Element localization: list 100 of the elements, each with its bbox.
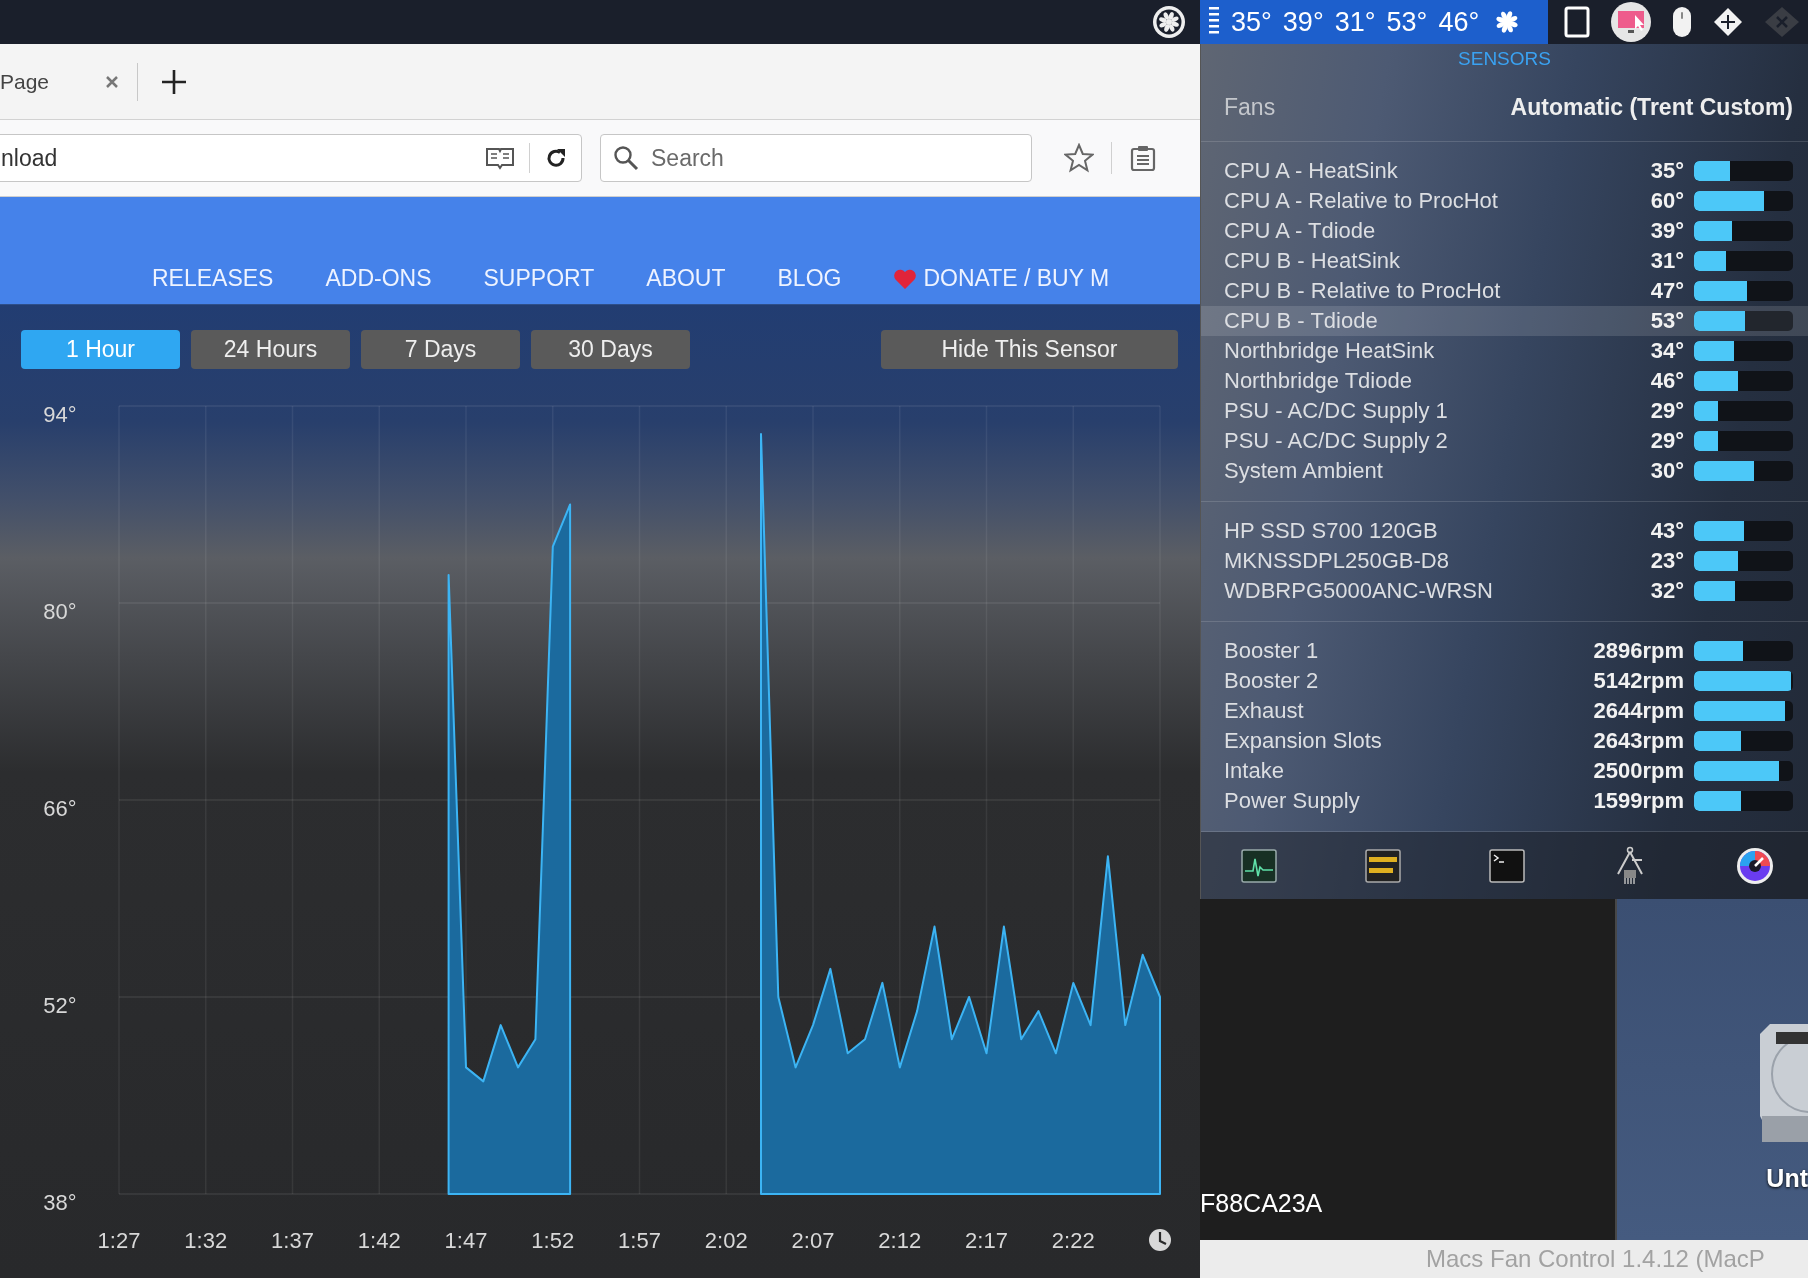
sensor-value: 32°	[1650, 578, 1684, 604]
display-icon[interactable]	[1610, 1, 1652, 43]
sensor-row[interactable]: Power Supply 1599rpm	[1201, 786, 1808, 816]
x-tick-label: 2:12	[878, 1228, 922, 1253]
close-icon[interactable]	[105, 74, 120, 89]
book-icon[interactable]	[485, 146, 515, 170]
sensor-value: 29°	[1650, 428, 1684, 454]
range-tab[interactable]: 24 Hours	[191, 330, 350, 369]
gauge-icon[interactable]	[1736, 846, 1774, 885]
temperature-reading: 46°	[1438, 6, 1480, 38]
sensor-row[interactable]: CPU B - Relative to ProcHot 47°	[1201, 276, 1808, 306]
sensor-row[interactable]: PSU - AC/DC Supply 1 29°	[1201, 396, 1808, 426]
sensor-value: 2644rpm	[1593, 698, 1684, 724]
hide-sensor-button[interactable]: Hide This Sensor	[881, 330, 1178, 369]
sensor-row[interactable]: HP SSD S700 120GB 43°	[1201, 516, 1808, 546]
sensor-row[interactable]: CPU A - Tdiode 39°	[1201, 216, 1808, 246]
temperature-reading: 53°	[1386, 6, 1428, 38]
sensor-name: CPU B - HeatSink	[1224, 248, 1402, 274]
sensor-row[interactable]: Intake 2500rpm	[1201, 756, 1808, 786]
sensor-value: 53°	[1650, 308, 1684, 334]
sensor-row[interactable]: CPU B - Tdiode 53°	[1201, 306, 1808, 336]
sensor-name: Power Supply	[1224, 788, 1361, 814]
x-tick-label: 1:47	[444, 1228, 488, 1253]
sensor-value: 23°	[1650, 548, 1684, 574]
sensor-value: 30°	[1650, 458, 1684, 484]
tab-title[interactable]: Page	[0, 69, 50, 94]
sensor-row[interactable]: CPU B - HeatSink 31°	[1201, 246, 1808, 276]
range-tab[interactable]: 30 Days	[531, 330, 690, 369]
y-tick-label: 66°	[43, 796, 77, 821]
console-icon[interactable]	[1364, 848, 1401, 883]
sensor-value: 5142rpm	[1593, 668, 1684, 694]
fan-icon[interactable]	[1152, 5, 1186, 39]
star-icon[interactable]	[1064, 143, 1094, 173]
sensor-row[interactable]: CPU A - Relative to ProcHot 60°	[1201, 186, 1808, 216]
y-tick-label: 80°	[43, 599, 77, 624]
sensor-row[interactable]: Exhaust 2644rpm	[1201, 696, 1808, 726]
sensor-row[interactable]: Booster 1 2896rpm	[1201, 636, 1808, 666]
x-tick-label: 1:52	[531, 1228, 575, 1253]
sensor-value: 2896rpm	[1593, 638, 1684, 664]
sensor-name: Booster 1	[1224, 638, 1320, 664]
sensor-row[interactable]: WDBRPG5000ANC-WRSN 32°	[1201, 576, 1808, 606]
x-tick-label: 2:02	[704, 1228, 748, 1253]
sensor-value: 60°	[1650, 188, 1684, 214]
search-icon	[613, 145, 639, 171]
sensor-value: 2500rpm	[1593, 758, 1684, 784]
heartbeat-monitor-icon[interactable]	[1241, 848, 1277, 883]
sensor-name: CPU B - Tdiode	[1224, 308, 1379, 334]
panel-title: SENSORS	[1457, 47, 1552, 71]
clock-icon[interactable]	[1149, 1229, 1171, 1251]
diamond-icon[interactable]	[1712, 6, 1744, 38]
phone-outline-icon[interactable]	[1564, 6, 1590, 38]
range-tab[interactable]: 7 Days	[361, 330, 520, 369]
sensor-row[interactable]: Northbridge Tdiode 46°	[1201, 366, 1808, 396]
sensor-name: Northbridge Tdiode	[1224, 368, 1413, 394]
sensor-name: PSU - AC/DC Supply 1	[1224, 398, 1449, 424]
sensor-value: 2643rpm	[1593, 728, 1684, 754]
temperature-reading: 39°	[1282, 6, 1324, 38]
y-tick-label: 94°	[43, 402, 77, 427]
address-field[interactable]: nload	[0, 134, 582, 182]
sensor-name: Northbridge HeatSink	[1224, 338, 1436, 364]
sensor-name: CPU A - Tdiode	[1224, 218, 1377, 244]
sensor-name: Exhaust	[1224, 698, 1305, 724]
search-field[interactable]: Search	[600, 134, 1032, 182]
sensor-value: 34°	[1650, 338, 1684, 364]
sensor-name: CPU A - Relative to ProcHot	[1224, 188, 1499, 214]
x-tick-label: 2:07	[791, 1228, 835, 1253]
sensor-value: 39°	[1650, 218, 1684, 244]
y-tick-label: 52°	[43, 993, 77, 1018]
fan-mode-selector[interactable]: Automatic (Trent Custom)	[1510, 94, 1793, 121]
sensor-name: Booster 2	[1224, 668, 1320, 694]
sensor-row[interactable]: CPU A - HeatSink 35°	[1201, 156, 1808, 186]
sensor-name: PSU - AC/DC Supply 2	[1224, 428, 1449, 454]
x-tick-label: 1:37	[271, 1228, 314, 1253]
sensor-row[interactable]: Expansion Slots 2643rpm	[1201, 726, 1808, 756]
status-menu-item[interactable]: 35° 39° 31° 53° 46°	[1200, 0, 1548, 44]
sensor-value: 1599rpm	[1593, 788, 1684, 814]
sensor-row[interactable]: System Ambient 30°	[1201, 456, 1808, 486]
hard-disk-icon[interactable]	[1760, 1024, 1808, 1142]
terminal-icon[interactable]	[1488, 848, 1525, 883]
sensor-value: 46°	[1650, 368, 1684, 394]
sensor-value: 43°	[1650, 518, 1684, 544]
x-tick-label: 2:17	[965, 1228, 1008, 1253]
fans-label: Fans	[1224, 94, 1276, 121]
sensor-row[interactable]: Booster 2 5142rpm	[1201, 666, 1808, 696]
temperature-reading: 31°	[1334, 6, 1376, 38]
x-tick-label: 1:42	[357, 1228, 401, 1253]
sensor-name: System Ambient	[1224, 458, 1384, 484]
status-bar: Macs Fan Control 1.4.12 (MacP	[1200, 1240, 1808, 1278]
sensor-name: Intake	[1224, 758, 1285, 784]
sensor-row[interactable]: PSU - AC/DC Supply 2 29°	[1201, 426, 1808, 456]
sensor-row[interactable]: MKNSSDPL250GB-D8 23°	[1201, 546, 1808, 576]
reload-icon[interactable]	[544, 146, 568, 170]
sensor-row[interactable]: Northbridge HeatSink 34°	[1201, 336, 1808, 366]
mouse-icon[interactable]	[1672, 6, 1692, 38]
plus-icon[interactable]	[160, 67, 189, 96]
sensor-value: 47°	[1650, 278, 1684, 304]
clipboard-icon[interactable]	[1129, 144, 1157, 172]
sensor-name: Expansion Slots	[1224, 728, 1383, 754]
sensor-value: 29°	[1650, 398, 1684, 424]
sensor-value: 35°	[1650, 158, 1684, 184]
